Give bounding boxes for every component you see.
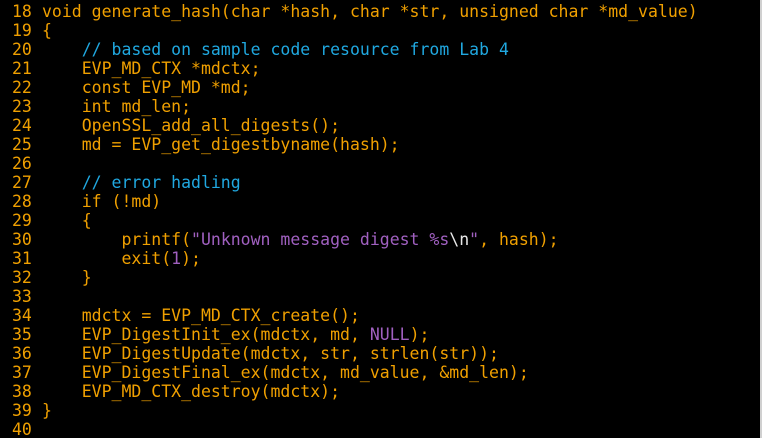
code-line[interactable]: 23 int md_len; — [0, 97, 760, 116]
code-text[interactable]: exit(1); — [36, 249, 760, 268]
line-number: 18 — [12, 2, 32, 21]
code-token: // based on sample code resource from La… — [42, 40, 509, 59]
line-number: 37 — [12, 363, 32, 382]
code-text[interactable]: mdctx = EVP_MD_CTX_create(); — [36, 306, 760, 325]
line-number: 24 — [12, 116, 32, 135]
code-text[interactable]: EVP_DigestUpdate(mdctx, str, strlen(str)… — [36, 344, 760, 363]
code-token: void generate_hash(char *hash, char *str… — [42, 2, 698, 21]
code-token: EVP_MD_CTX *mdctx; — [42, 59, 261, 78]
code-text[interactable]: const EVP_MD *md; — [36, 78, 760, 97]
line-number: 34 — [12, 306, 32, 325]
code-text[interactable]: EVP_DigestInit_ex(mdctx, md, NULL); — [36, 325, 760, 344]
code-text[interactable]: { — [36, 21, 760, 40]
line-number: 32 — [12, 268, 32, 287]
code-token: // error hadling — [42, 173, 241, 192]
code-text[interactable]: int md_len; — [36, 97, 760, 116]
code-token: exit( — [42, 249, 172, 268]
code-line[interactable]: 36 EVP_DigestUpdate(mdctx, str, strlen(s… — [0, 344, 760, 363]
code-text[interactable]: } — [36, 268, 760, 287]
line-number: 25 — [12, 135, 32, 154]
code-token: OpenSSL_add_all_digests(); — [42, 116, 341, 135]
code-text[interactable]: md = EVP_get_digestbyname(hash); — [36, 135, 760, 154]
line-number: 40 — [12, 420, 32, 438]
code-text[interactable]: } — [36, 401, 760, 420]
code-text[interactable]: EVP_MD_CTX_destroy(mdctx); — [36, 382, 760, 401]
code-line[interactable]: 21 EVP_MD_CTX *mdctx; — [0, 59, 760, 78]
code-line[interactable]: 20 // based on sample code resource from… — [0, 40, 760, 59]
line-number: 39 — [12, 401, 32, 420]
code-text[interactable]: if (!md) — [36, 192, 760, 211]
line-number: 33 — [12, 287, 32, 306]
code-token: " — [469, 230, 480, 249]
code-token: if (!md) — [42, 192, 162, 211]
line-number: 36 — [12, 344, 32, 363]
line-number: 22 — [12, 78, 32, 97]
line-number: 23 — [12, 97, 32, 116]
code-line[interactable]: 26 — [0, 154, 760, 173]
code-text[interactable] — [36, 420, 760, 438]
code-token: int md_len; — [42, 97, 192, 116]
code-line[interactable]: 34 mdctx = EVP_MD_CTX_create(); — [0, 306, 760, 325]
code-token: \n — [449, 230, 470, 249]
code-token: "Unknown message digest %s — [191, 230, 450, 249]
line-number: 35 — [12, 325, 32, 344]
code-token: md = EVP_get_digestbyname(hash); — [42, 135, 400, 154]
code-token: EVP_DigestInit_ex(mdctx, md, — [42, 325, 370, 344]
code-line[interactable]: 35 EVP_DigestInit_ex(mdctx, md, NULL); — [0, 325, 760, 344]
code-token: EVP_DigestUpdate(mdctx, str, strlen(str)… — [42, 344, 499, 363]
code-text[interactable]: void generate_hash(char *hash, char *str… — [36, 2, 760, 21]
line-number: 28 — [12, 192, 32, 211]
code-token: printf( — [42, 230, 192, 249]
code-line[interactable]: 37 EVP_DigestFinal_ex(mdctx, md_value, &… — [0, 363, 760, 382]
code-line[interactable]: 27 // error hadling — [0, 173, 760, 192]
code-text[interactable] — [36, 154, 760, 173]
code-line[interactable]: 22 const EVP_MD *md; — [0, 78, 760, 97]
code-token: NULL — [369, 325, 410, 344]
code-token: ); — [181, 249, 201, 268]
line-number: 21 — [12, 59, 32, 78]
code-token: 1 — [171, 249, 182, 268]
line-number: 38 — [12, 382, 32, 401]
code-text[interactable] — [36, 287, 760, 306]
code-text[interactable]: EVP_DigestFinal_ex(mdctx, md_value, &md_… — [36, 363, 760, 382]
code-token: { — [42, 21, 52, 40]
line-number: 19 — [12, 21, 32, 40]
code-line[interactable]: 19 { — [0, 21, 760, 40]
code-text[interactable]: printf("Unknown message digest %s\n", ha… — [36, 230, 760, 249]
line-number: 29 — [12, 211, 32, 230]
code-line[interactable]: 29 { — [0, 211, 760, 230]
code-token: } — [42, 401, 52, 420]
code-text[interactable]: EVP_MD_CTX *mdctx; — [36, 59, 760, 78]
code-token: mdctx = EVP_MD_CTX_create(); — [42, 306, 360, 325]
line-number: 30 — [12, 230, 32, 249]
code-line[interactable]: 30 printf("Unknown message digest %s\n",… — [0, 230, 760, 249]
code-line[interactable]: 32 } — [0, 268, 760, 287]
code-text[interactable]: // error hadling — [36, 173, 760, 192]
code-token: EVP_DigestFinal_ex(mdctx, md_value, &md_… — [42, 363, 529, 382]
code-line[interactable]: 18 void generate_hash(char *hash, char *s… — [0, 2, 760, 21]
line-number: 26 — [12, 154, 32, 173]
code-line[interactable]: 39} — [0, 401, 760, 420]
code-text[interactable]: // based on sample code resource from La… — [36, 40, 760, 59]
code-line[interactable]: 38 EVP_MD_CTX_destroy(mdctx); — [0, 382, 760, 401]
code-line[interactable]: 28 if (!md) — [0, 192, 760, 211]
line-number: 27 — [12, 173, 32, 192]
code-text[interactable]: OpenSSL_add_all_digests(); — [36, 116, 760, 135]
code-text[interactable]: { — [36, 211, 760, 230]
code-token: } — [42, 268, 92, 287]
line-number: 31 — [12, 249, 32, 268]
code-token: EVP_MD_CTX_destroy(mdctx); — [42, 382, 341, 401]
code-line[interactable]: 25 md = EVP_get_digestbyname(hash); — [0, 135, 760, 154]
code-line[interactable]: 24 OpenSSL_add_all_digests(); — [0, 116, 760, 135]
code-line[interactable]: 31 exit(1); — [0, 249, 760, 268]
line-number: 20 — [12, 40, 32, 59]
code-token: , hash); — [479, 230, 559, 249]
code-editor[interactable]: 18 void generate_hash(char *hash, char *s… — [0, 0, 762, 438]
code-line[interactable]: 33 — [0, 287, 760, 306]
code-token: const EVP_MD *md; — [42, 78, 251, 97]
code-token: ); — [409, 325, 430, 344]
code-line[interactable]: 40 — [0, 420, 760, 438]
code-token: { — [42, 211, 92, 230]
